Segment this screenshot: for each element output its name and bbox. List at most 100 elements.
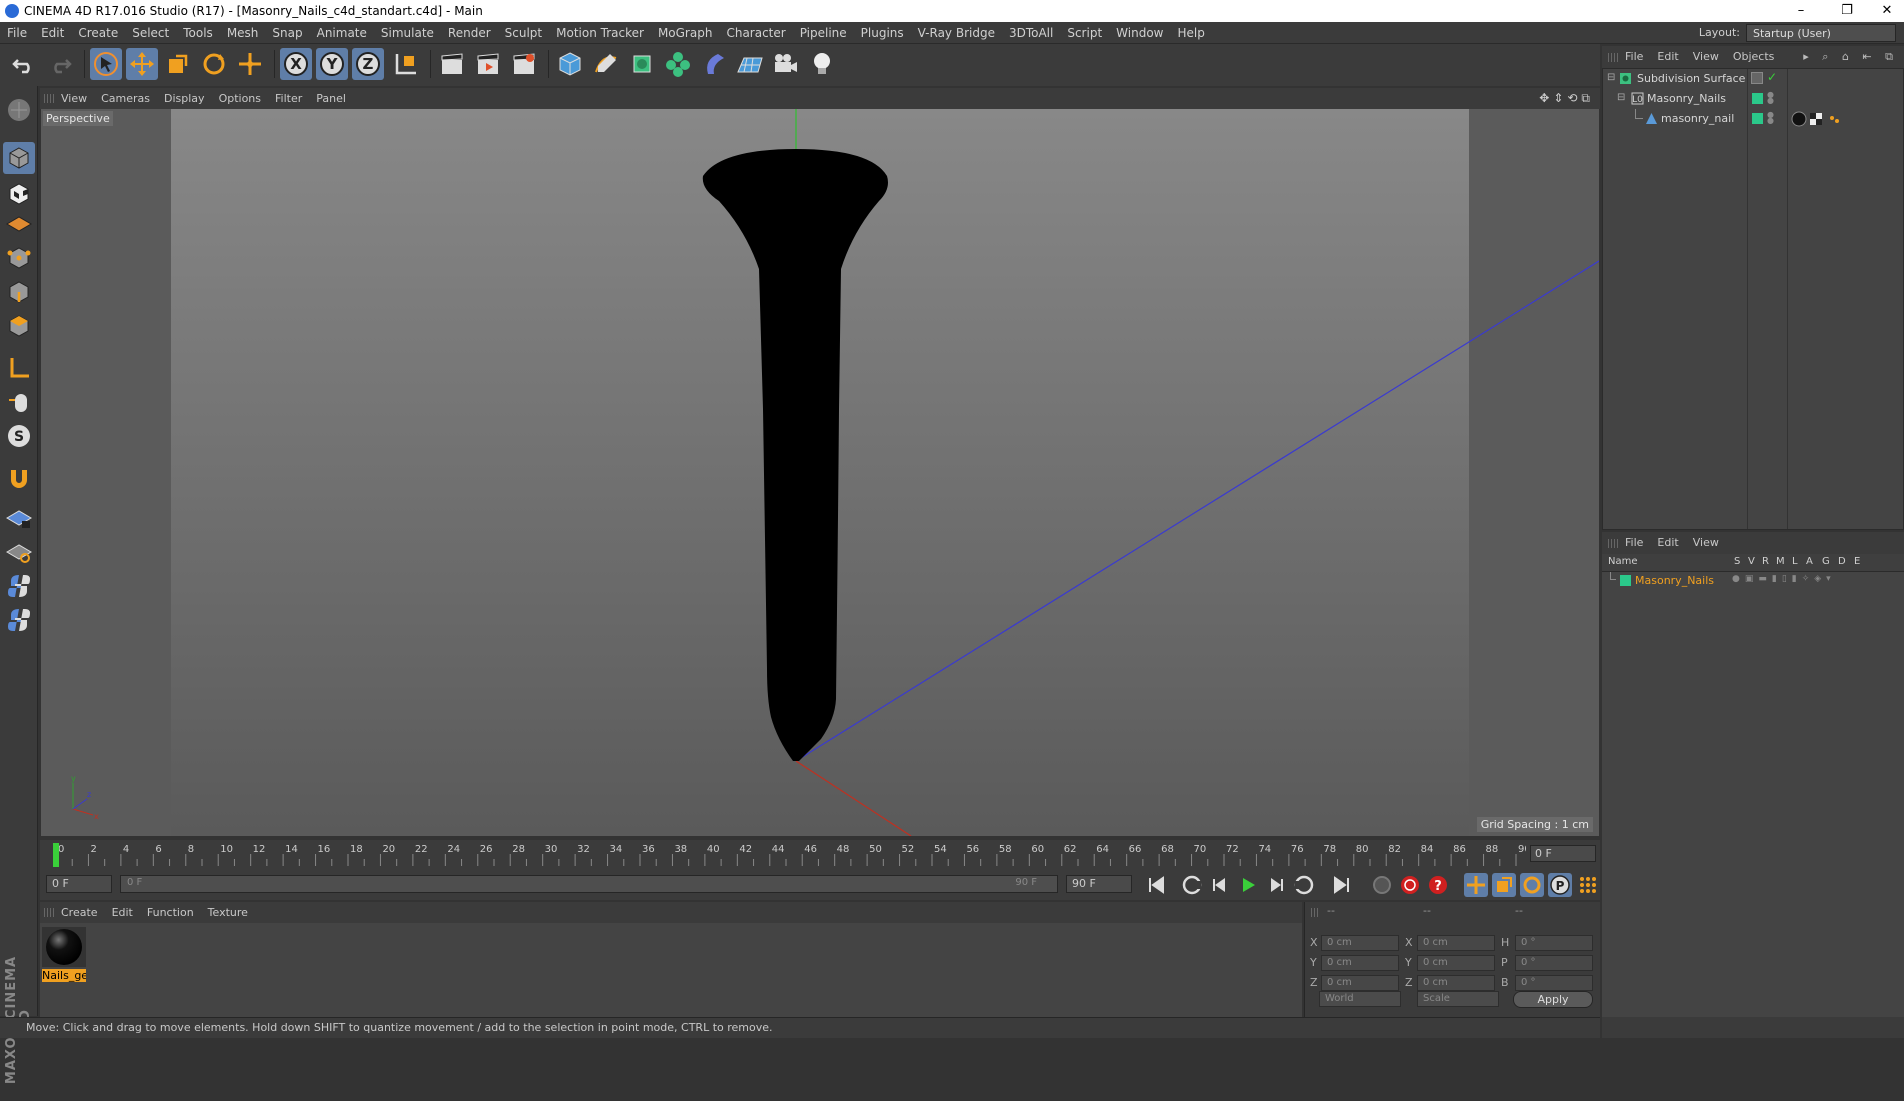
go-to-end-button[interactable]	[1330, 873, 1354, 897]
viewport-menu-options[interactable]: Options	[212, 88, 268, 109]
position-keys-button[interactable]	[1464, 873, 1488, 897]
column-name[interactable]: Name	[1608, 556, 1638, 567]
keyframe-selection-button[interactable]: ?	[1426, 873, 1450, 897]
menu-edit[interactable]: Edit	[34, 22, 71, 44]
layer-name[interactable]: Masonry_Nails	[1635, 574, 1714, 587]
menu-mesh[interactable]: Mesh	[220, 22, 266, 44]
previous-key-button[interactable]	[1180, 873, 1204, 897]
menu-window[interactable]: Window	[1109, 22, 1170, 44]
viewport-navigation-icons[interactable]: ✥⇕⟲⧉	[1539, 91, 1594, 106]
coordinate-system-button[interactable]	[390, 48, 422, 80]
snap-button[interactable]: S	[3, 420, 35, 452]
collapse-icon[interactable]: ⊟	[1617, 92, 1630, 105]
rot-b-field[interactable]: 0 °	[1515, 975, 1593, 991]
menu-mograph[interactable]: MoGraph	[651, 22, 720, 44]
layout-dropdown[interactable]: Startup (User)	[1746, 24, 1896, 42]
material-name[interactable]: Nails_ge	[42, 969, 86, 982]
redo-button[interactable]	[44, 48, 76, 80]
menu-character[interactable]: Character	[719, 22, 792, 44]
rot-h-field[interactable]: 0 °	[1515, 935, 1593, 951]
column-manager[interactable]: M	[1776, 556, 1785, 567]
pos-x-field[interactable]: 0 cm	[1321, 935, 1399, 951]
record-keys-button[interactable]	[1370, 873, 1394, 897]
menu-motion-tracker[interactable]: Motion Tracker	[549, 22, 651, 44]
object-menu-view[interactable]: View	[1686, 46, 1726, 68]
python-script-button-1[interactable]	[3, 570, 35, 602]
material-menu-function[interactable]: Function	[140, 902, 201, 923]
menu-render[interactable]: Render	[441, 22, 498, 44]
menu-file[interactable]: File	[0, 22, 34, 44]
axis-mode-button[interactable]	[3, 352, 35, 384]
autokey-button[interactable]	[1398, 873, 1422, 897]
tree-row-masonry-nails[interactable]: ⊟ L0 Masonry_Nails ● ●	[1603, 89, 1903, 109]
material-swatch[interactable]	[42, 927, 86, 967]
material-menu-create[interactable]: Create	[54, 902, 105, 923]
perspective-viewport[interactable]: y z x Perspective Grid Spacing : 1 cm	[41, 109, 1599, 836]
move-tool-button[interactable]	[126, 48, 158, 80]
transform-tool-button[interactable]	[234, 48, 266, 80]
minimize-button[interactable]: –	[1778, 0, 1824, 22]
size-z-field[interactable]: 0 cm	[1417, 975, 1495, 991]
z-axis-lock-button[interactable]: Z	[352, 48, 384, 80]
material-menu-edit[interactable]: Edit	[105, 902, 140, 923]
material-menu-texture[interactable]: Texture	[201, 902, 255, 923]
tree-row-subdivision[interactable]: ⊟ Subdivision Surface ✓	[1603, 69, 1903, 89]
planar-workplane-button[interactable]	[3, 536, 35, 568]
tree-row-masonry-nail[interactable]: masonry_nail ● ●	[1603, 109, 1903, 129]
column-view[interactable]: V	[1748, 556, 1755, 567]
coordinate-space-dropdown[interactable]: World	[1319, 991, 1401, 1007]
undo-button[interactable]	[8, 48, 40, 80]
next-key-button[interactable]	[1292, 873, 1316, 897]
x-axis-lock-button[interactable]: X	[280, 48, 312, 80]
scale-keys-button[interactable]	[1492, 873, 1516, 897]
rotation-keys-button[interactable]	[1520, 873, 1544, 897]
column-deformers[interactable]: D	[1838, 556, 1846, 567]
size-y-field[interactable]: 0 cm	[1417, 955, 1495, 971]
start-frame-field[interactable]: 0 F	[46, 875, 112, 893]
column-solo[interactable]: S	[1734, 556, 1740, 567]
floor-button[interactable]	[734, 48, 766, 80]
previous-frame-button[interactable]	[1208, 873, 1232, 897]
frame-range-slider[interactable]: 0 F 90 F	[120, 875, 1058, 893]
object-menu-objects[interactable]: Objects	[1726, 46, 1782, 68]
visibility-dots-icon[interactable]: ● ●	[1767, 111, 1774, 125]
rotate-tool-button[interactable]	[198, 48, 230, 80]
menu-3dtoall[interactable]: 3DToAll	[1002, 22, 1060, 44]
close-button[interactable]: ✕	[1864, 0, 1904, 22]
menu-select[interactable]: Select	[125, 22, 176, 44]
go-to-start-button[interactable]	[1144, 873, 1168, 897]
point-level-keys-button[interactable]	[1576, 873, 1600, 897]
object-menu-file[interactable]: File	[1618, 46, 1650, 68]
layer-menu-file[interactable]: File	[1618, 532, 1650, 554]
points-mode-button[interactable]	[3, 242, 35, 274]
edges-mode-button[interactable]	[3, 276, 35, 308]
material-tag-icon[interactable]	[1791, 111, 1807, 127]
play-button[interactable]	[1236, 873, 1260, 897]
make-editable-button[interactable]	[3, 94, 35, 126]
size-x-field[interactable]: 0 cm	[1417, 935, 1495, 951]
timeline-ticks[interactable]: 0 2 4 6 8 10 12 14 16 18 20 22 24 26 28 30 32 34 36 38 40 42 4…	[46, 842, 1531, 868]
column-animation[interactable]: A	[1806, 556, 1813, 567]
viewport-menu-panel[interactable]: Panel	[309, 88, 353, 109]
subdivision-button[interactable]	[626, 48, 658, 80]
column-locked[interactable]: L	[1792, 556, 1798, 567]
viewport-menu-filter[interactable]: Filter	[268, 88, 309, 109]
polygons-mode-button[interactable]	[3, 310, 35, 342]
menu-create[interactable]: Create	[71, 22, 125, 44]
menu-help[interactable]: Help	[1170, 22, 1211, 44]
menu-sculpt[interactable]: Sculpt	[498, 22, 549, 44]
viewport-menu-cameras[interactable]: Cameras	[94, 88, 157, 109]
model-mode-button[interactable]	[3, 142, 35, 174]
next-frame-button[interactable]	[1264, 873, 1288, 897]
layer-menu-edit[interactable]: Edit	[1650, 532, 1685, 554]
rot-p-field[interactable]: 0 °	[1515, 955, 1593, 971]
y-axis-lock-button[interactable]: Y	[316, 48, 348, 80]
parameter-keys-button[interactable]: P	[1548, 873, 1572, 897]
cube-primitive-button[interactable]	[554, 48, 586, 80]
layer-menu-view[interactable]: View	[1686, 532, 1726, 554]
object-menu-edit[interactable]: Edit	[1650, 46, 1685, 68]
menu-plugins[interactable]: Plugins	[854, 22, 911, 44]
pos-z-field[interactable]: 0 cm	[1321, 975, 1399, 991]
enable-snap-button[interactable]	[3, 462, 35, 494]
render-view-button[interactable]	[436, 48, 468, 80]
